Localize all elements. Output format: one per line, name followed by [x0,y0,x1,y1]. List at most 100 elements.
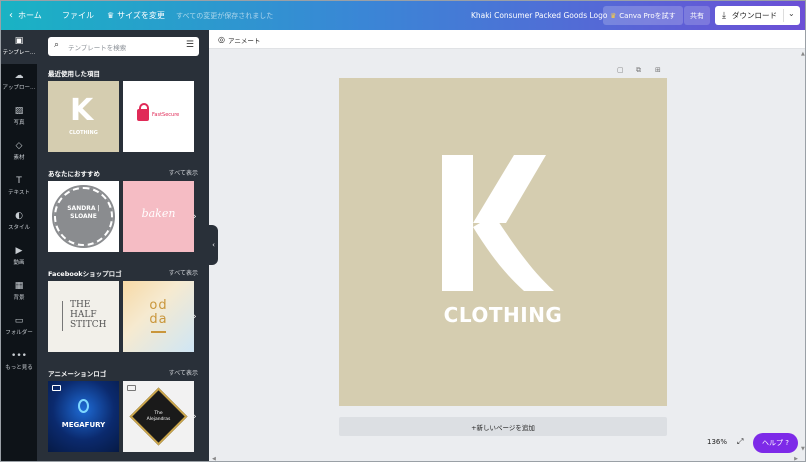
design-canvas[interactable]: CLOTHING [339,78,667,406]
see-all-link[interactable]: すべて表示 [169,168,198,177]
thumb-alex-text: The Alejandras [146,411,171,422]
folder-icon: ▭ [14,316,24,326]
template-thumb[interactable]: MEGAFURY [48,381,119,452]
rail-item-photos[interactable]: ▨ 写真 [1,100,37,134]
horizontal-scrollbar[interactable]: ◀ ▶ [209,456,805,461]
rail-item-background[interactable]: ▦ 背景 [1,275,37,309]
chevron-right-icon[interactable]: › [193,412,197,422]
more-icon: ••• [11,351,27,361]
rail-item-label: アップロー… [2,85,36,91]
download-label: ダウンロード [731,11,777,20]
animate-icon: ◎ [218,35,225,44]
photo-icon: ▨ [14,106,24,116]
fullscreen-icon[interactable]: ⤢ [737,437,743,447]
scroll-up-icon[interactable]: ▲ [801,51,805,57]
text-icon: T [16,176,22,186]
zoom-level: 136% [707,437,728,446]
rail-item-elements[interactable]: ◇ 素材 [1,135,37,169]
template-thumb[interactable]: FastSecure [123,81,194,152]
rail-item-video[interactable]: ▶ 動画 [1,240,37,274]
rail-item-text[interactable]: T テキスト [1,170,37,204]
rail-item-label: テンプレー… [2,50,36,56]
crown-icon: ♛ [610,11,617,20]
chevron-right-icon[interactable]: › [193,212,197,222]
chevron-right-icon[interactable]: › [193,312,197,322]
search-icon: ⌕ [54,40,60,50]
search-placeholder: テンプレートを検索 [68,44,127,52]
home-label: ホーム [18,11,42,20]
side-rail: ▣ テンプレー… ☁ アップロー… ▨ 写真 ◇ 素材 T テキスト ◐ スタイ… [1,30,37,461]
template-thumb[interactable]: The Alejandras [123,381,194,452]
canvas-clothing-text[interactable]: CLOTHING [339,303,667,327]
thumb-baken-text: baken [141,207,176,220]
scroll-left-icon[interactable]: ◀ [212,456,216,461]
template-thumb[interactable]: SANDRA | SLOANE [48,181,119,252]
upload-icon: ☁ [14,71,24,81]
try-pro-button[interactable]: ♛ Canva Proを試す [603,6,683,25]
add-page-button[interactable]: +新しいページを追加 [339,417,667,436]
rail-item-label: もっと見る [5,365,33,371]
filter-icon[interactable]: ☰ [186,40,194,50]
scroll-right-icon[interactable]: ▶ [794,456,798,461]
duplicate-icon[interactable]: ⧉ [636,66,641,75]
add-page-icon[interactable]: ⊞ [655,66,661,74]
template-panel: ⌕ テンプレートを検索 ☰ 最近使用した項目 K CLOTHING FastSe… [37,30,209,461]
chevron-down-icon[interactable]: ⌄ [788,9,795,18]
app-window: ‹ ホーム ファイル ♛ サイズを変更 すべての変更が保存されました Khaki… [0,0,806,462]
share-button[interactable]: 共有 [684,6,710,25]
rail-item-label: 背景 [13,295,25,301]
search-input[interactable]: ⌕ テンプレートを検索 ☰ [48,37,199,56]
home-button[interactable]: ‹ ホーム [9,1,42,30]
note-icon[interactable]: ▢ [617,66,624,74]
section-title: あなたにおすすめ [48,170,100,178]
download-button[interactable]: ⤓ ダウンロード ⌄ [715,6,800,25]
thumb-underline [151,331,166,333]
k-logo-mark [442,155,554,291]
top-bar: ‹ ホーム ファイル ♛ サイズを変更 すべての変更が保存されました Khaki… [1,1,805,30]
rail-item-uploads[interactable]: ☁ アップロー… [1,65,37,99]
video-icon: ▶ [15,246,23,256]
vertical-scrollbar[interactable]: ▲ ▼ [800,49,805,454]
editor-toolbar: ◎ アニメート [209,30,805,49]
rail-item-templates[interactable]: ▣ テンプレー… [1,30,37,64]
video-badge-icon [127,385,136,391]
background-icon: ▦ [14,281,24,291]
template-icon: ▣ [14,36,24,46]
chevron-left-icon: ‹ [9,10,13,21]
thumb-half-text: THE HALF STITCH [70,300,107,330]
animate-label: アニメート [227,36,261,45]
save-status: すべての変更が保存されました [176,11,274,20]
try-pro-label: Canva Proを試す [619,11,676,20]
download-icon: ⤓ [722,10,726,21]
rail-item-label: フォルダー [5,330,33,336]
rail-item-label: 素材 [13,155,25,161]
rail-item-styles[interactable]: ◐ スタイル [1,205,37,239]
thumb-k-caption: CLOTHING [69,130,98,136]
scroll-down-icon[interactable]: ▼ [801,446,805,452]
lock-icon [137,103,149,121]
thumb-odda-text: od da [149,298,168,327]
resize-button[interactable]: ♛ サイズを変更 [107,1,165,30]
see-all-link[interactable]: すべて表示 [169,368,198,377]
design-title[interactable]: Khaki Consumer Packed Goods Logo [471,1,607,30]
thumb-mega-text: MEGAFURY [61,421,106,429]
drop-icon [78,399,89,413]
template-thumb[interactable]: od da [123,281,194,352]
editor-area: ◎ アニメート ▢ ⧉ ⊞ CLOTHING +新しいページを追加 136% ⤢… [209,30,805,461]
animate-button[interactable]: ◎ アニメート [218,33,260,46]
template-thumb[interactable]: K CLOTHING [48,81,119,152]
file-menu[interactable]: ファイル [62,1,94,30]
rail-item-label: スタイル [7,225,30,231]
thumb-k-letter: K [70,93,94,128]
template-thumb[interactable]: THE HALF STITCH [48,281,119,352]
panel-collapse-button[interactable]: ‹ [209,225,218,265]
video-badge-icon [52,385,61,391]
rail-item-folders[interactable]: ▭ フォルダー [1,310,37,344]
section-title: Facebookショップロゴ [48,270,122,278]
download-divider [783,9,784,22]
help-button[interactable]: ヘルプ ? [753,433,798,453]
rail-item-more[interactable]: ••• もっと見る [1,345,37,379]
template-thumb[interactable]: baken [123,181,194,252]
zoom-control[interactable]: 136% ⤢ [707,432,743,451]
see-all-link[interactable]: すべて表示 [169,268,198,277]
